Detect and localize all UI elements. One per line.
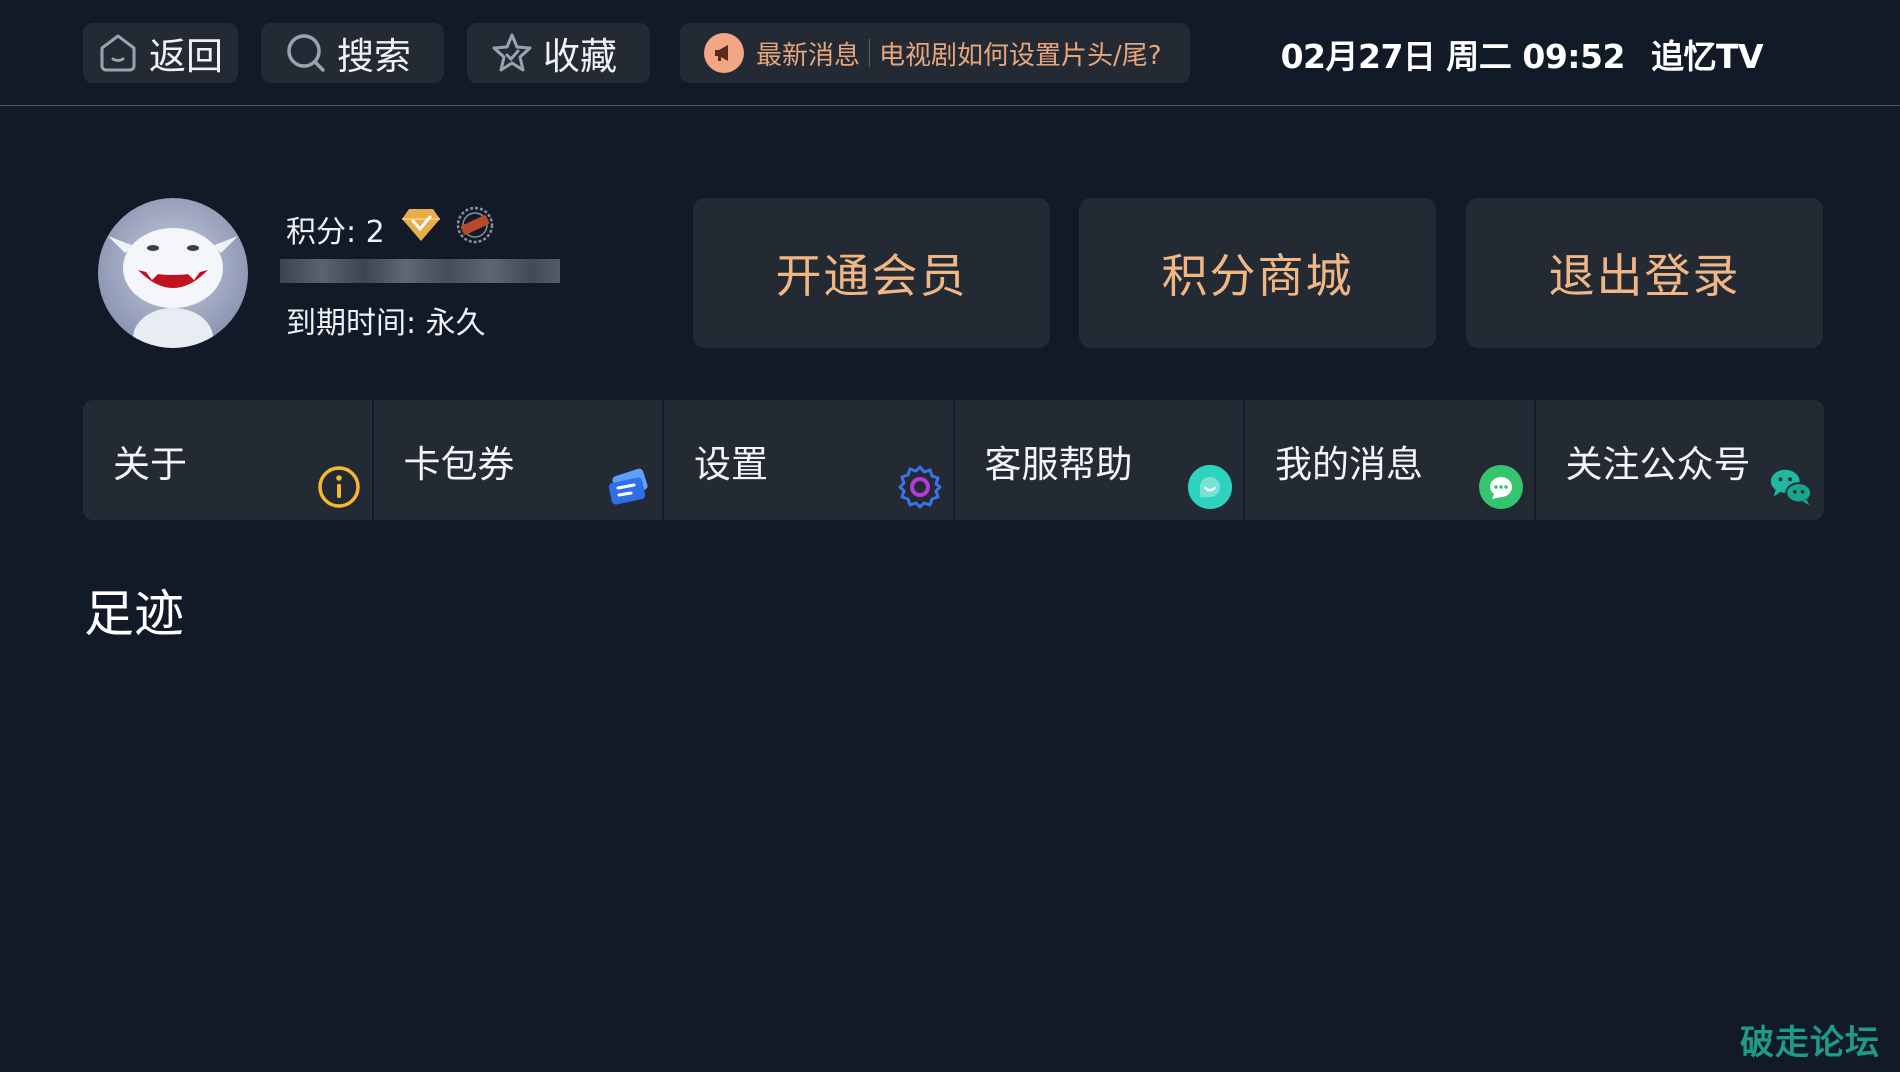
- points-label: 积分: 2: [286, 215, 385, 250]
- news-divider: [869, 39, 871, 67]
- tile-label: 关于: [113, 443, 187, 486]
- info-icon: [316, 464, 362, 510]
- points-row: 积分: 2: [286, 205, 495, 253]
- tile-label: 卡包券: [403, 443, 515, 486]
- favorites-button[interactable]: 收藏: [467, 23, 650, 83]
- checkin-badge-icon[interactable]: [455, 205, 495, 253]
- back-label: 返回: [149, 35, 223, 78]
- username-blurred: [280, 259, 560, 283]
- news-text: 电视剧如何设置片头/尾?: [879, 40, 1162, 71]
- vip-diamond-icon: [401, 207, 441, 251]
- avatar[interactable]: [98, 198, 248, 348]
- wechat-icon: [1768, 464, 1814, 510]
- star-icon: [489, 30, 535, 76]
- app-name: 追忆TV: [1650, 37, 1764, 76]
- top-bar: 返回 搜索 收藏 最新消息 电视剧如何设置片头/尾? 02月27日 周二 09:…: [0, 0, 1900, 106]
- message-icon: [1478, 464, 1524, 510]
- open-vip-button[interactable]: 开通会员: [693, 198, 1050, 348]
- expire-label: 到期时间: 永久: [286, 306, 486, 341]
- status-clock: 02月27日 周二 09:52 追忆TV: [1280, 30, 1764, 78]
- search-button[interactable]: 搜索: [261, 23, 444, 83]
- home-icon: [95, 30, 141, 76]
- search-icon: [283, 30, 329, 76]
- points-mall-button[interactable]: 积分商城: [1079, 198, 1436, 348]
- tile-label: 设置: [694, 443, 768, 486]
- logout-button[interactable]: 退出登录: [1466, 198, 1823, 348]
- tile-coupons[interactable]: 卡包券: [373, 400, 662, 520]
- coupon-icon: [606, 464, 652, 510]
- tile-messages[interactable]: 我的消息: [1245, 400, 1534, 520]
- tile-about[interactable]: 关于: [83, 400, 372, 520]
- feature-tiles: 关于 卡包券 设置 客服帮助 我的消息 关注公众号: [83, 400, 1824, 520]
- tile-support[interactable]: 客服帮助: [954, 400, 1243, 520]
- watermark: 破走论坛: [1740, 1023, 1880, 1063]
- back-button[interactable]: 返回: [83, 23, 238, 83]
- favorites-label: 收藏: [543, 35, 617, 78]
- news-ticker[interactable]: 最新消息 电视剧如何设置片头/尾?: [680, 23, 1190, 83]
- tile-label: 我的消息: [1275, 443, 1423, 486]
- profile-page: 返回 搜索 收藏 最新消息 电视剧如何设置片头/尾? 02月27日 周二 09:…: [0, 0, 1900, 1072]
- tile-settings[interactable]: 设置: [664, 400, 953, 520]
- support-chat-icon: [1187, 464, 1233, 510]
- megaphone-icon: [704, 33, 744, 73]
- tile-label: 客服帮助: [984, 443, 1133, 486]
- tile-follow-official[interactable]: 关注公众号: [1535, 400, 1824, 520]
- news-tag: 最新消息: [756, 40, 861, 71]
- tile-label: 关注公众号: [1565, 443, 1751, 486]
- gear-icon: [897, 464, 943, 510]
- footprint-title: 足迹: [84, 585, 184, 643]
- datetime-text: 02月27日 周二 09:52: [1280, 37, 1626, 76]
- search-label: 搜索: [337, 35, 411, 78]
- avatar-mascot-image: [108, 228, 238, 348]
